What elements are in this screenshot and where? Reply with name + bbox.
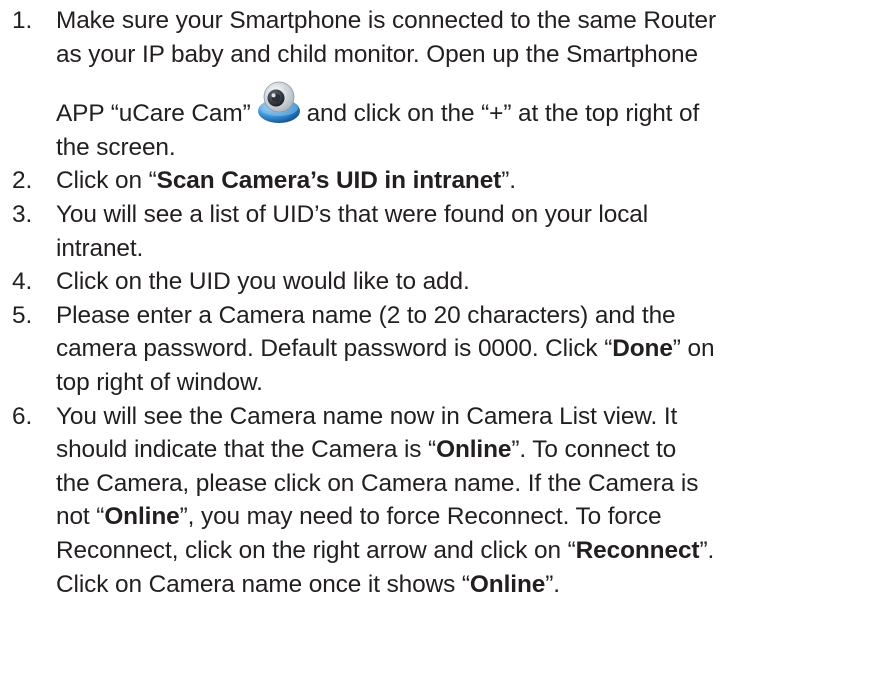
online-status-label: Online	[469, 570, 546, 598]
step-5-line-2-suffix: ” on	[672, 335, 715, 363]
step-number: 2.	[12, 167, 33, 195]
step-1-line-3: APP “uCare Cam” and click on the “+” at …	[56, 77, 864, 131]
step-6-line-2-text: should indicate that the Camera is “	[56, 436, 437, 464]
step-1-line-2: as your IP baby and child monitor. Open …	[56, 40, 698, 68]
ucare-cam-app-icon	[257, 81, 300, 124]
reconnect-option-label: Reconnect	[575, 536, 700, 564]
step-5-line-2-text: camera password. Default password is 000…	[56, 335, 613, 363]
step-5-line-1: Please enter a Camera name (2 to 20 char…	[56, 301, 676, 329]
online-status-label: Online	[104, 503, 180, 531]
step-6-line-2-suffix: ”. To connect to	[511, 436, 677, 464]
done-button-label: Done	[612, 335, 673, 363]
step-1-line-1: Make sure your Smartphone is connected t…	[56, 7, 716, 34]
step-2-prefix: Click on “	[56, 167, 157, 195]
step-4-line-1: Click on the UID you would like to add.	[56, 268, 470, 296]
step-1: 1. Make sure your Smartphone is connecte…	[12, 4, 864, 164]
step-3-line-2: intranet.	[56, 234, 144, 262]
step-6-line-4: not “Online”, you may need to force Reco…	[56, 500, 864, 534]
step-6-line-5: Reconnect, click on the right arrow and …	[56, 534, 864, 568]
step-number: 5.	[12, 301, 33, 329]
step-6-line-4-suffix: ”, you may need to force Reconnect. To f…	[179, 503, 662, 531]
step-6-line-1: You will see the Camera name now in Came…	[56, 402, 678, 430]
scan-uid-option-label: Scan Camera’s UID in intranet	[156, 167, 502, 195]
step-2: 2. Click on “Scan Camera’s UID in intran…	[12, 164, 864, 198]
step-4: 4. Click on the UID you would like to ad…	[12, 265, 864, 299]
step-3-line-1: You will see a list of UID’s that were f…	[56, 200, 649, 228]
step-6-line-6-text: Click on Camera name once it shows “	[56, 570, 470, 598]
step-6-line-6-suffix: ”.	[545, 570, 560, 598]
step-3: 3. You will see a list of UID’s that wer…	[12, 198, 864, 265]
app-name-text: APP “uCare Cam”	[56, 100, 251, 128]
app-instruction-text: and click on the “+” at the top right of	[306, 100, 700, 128]
step-number: 3.	[12, 200, 33, 228]
online-status-label: Online	[436, 436, 512, 464]
step-number: 4.	[12, 268, 33, 296]
step-6-line-2: should indicate that the Camera is “Onli…	[56, 433, 864, 467]
step-5-line-2: camera password. Default password is 000…	[56, 332, 864, 366]
step-number: 1.	[12, 7, 33, 34]
step-2-line-1: Click on “Scan Camera’s UID in intranet”…	[56, 164, 864, 198]
step-5: 5. Please enter a Camera name (2 to 20 c…	[12, 299, 864, 400]
step-6-line-4-text: not “	[56, 503, 105, 531]
step-6: 6. You will see the Camera name now in C…	[12, 400, 864, 602]
step-6-line-6: Click on Camera name once it shows “Onli…	[56, 568, 864, 602]
step-6-line-3: the Camera, please click on Camera name.…	[56, 469, 699, 497]
step-6-line-5-text: Reconnect, click on the right arrow and …	[56, 536, 576, 564]
step-5-line-3: top right of window.	[56, 368, 263, 396]
step-number: 6.	[12, 402, 33, 430]
step-1-line-4: the screen.	[56, 133, 176, 161]
step-2-suffix: ”.	[501, 167, 516, 195]
step-6-line-5-suffix: ”.	[699, 536, 715, 564]
instruction-list: 1. Make sure your Smartphone is connecte…	[12, 4, 864, 601]
